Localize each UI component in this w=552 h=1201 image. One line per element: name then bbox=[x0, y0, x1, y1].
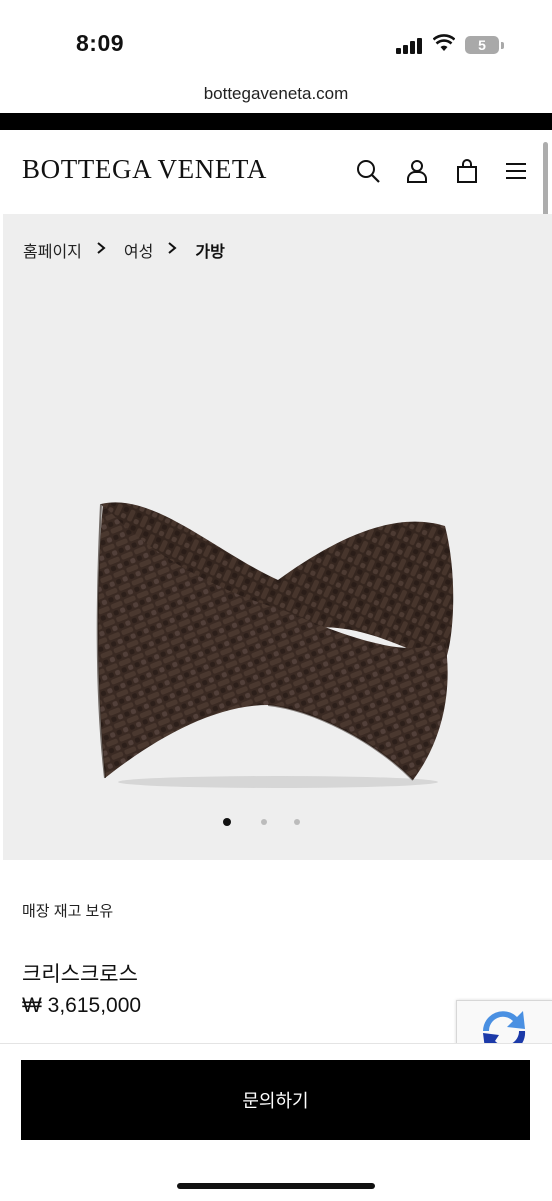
account-icon[interactable] bbox=[404, 158, 430, 184]
inquire-button[interactable]: 문의하기 bbox=[21, 1060, 530, 1140]
breadcrumb-bags[interactable]: 가방 bbox=[195, 238, 224, 262]
breadcrumb-home[interactable]: 홈페이지 bbox=[23, 238, 82, 262]
breadcrumb: 홈페이지 여성 가방 bbox=[23, 238, 225, 262]
site-header: BOTTEGA VENETA bbox=[0, 130, 552, 214]
cellular-signal-icon bbox=[396, 36, 424, 54]
gallery-dot-3[interactable] bbox=[294, 819, 300, 825]
recaptcha-badge[interactable] bbox=[456, 1000, 552, 1048]
stock-availability: 매장 재고 보유 bbox=[22, 903, 114, 920]
menu-icon[interactable] bbox=[503, 158, 529, 184]
chevron-right-icon bbox=[167, 241, 181, 260]
product-price: ₩ 3,615,000 bbox=[22, 994, 142, 1017]
product-name: 크리스크로스 bbox=[22, 963, 138, 986]
home-indicator[interactable] bbox=[177, 1183, 375, 1189]
shopping-bag-icon[interactable] bbox=[454, 158, 480, 184]
breadcrumb-women[interactable]: 여성 bbox=[124, 238, 153, 262]
gallery-dot-2[interactable] bbox=[261, 819, 267, 825]
gallery-dot-1[interactable] bbox=[223, 818, 231, 826]
status-time: 8:09 bbox=[76, 30, 125, 56]
search-icon[interactable] bbox=[355, 158, 381, 184]
chevron-right-icon bbox=[96, 241, 110, 260]
bottom-action-bar: 문의하기 bbox=[0, 1043, 552, 1201]
status-bar: 8:09 5 bottegaveneta.com bbox=[0, 0, 552, 103]
battery-icon: 5 bbox=[465, 36, 499, 54]
product-gallery[interactable]: 홈페이지 여성 가방 bbox=[3, 214, 552, 860]
browser-top-bar bbox=[0, 113, 552, 130]
battery-tip bbox=[501, 42, 504, 49]
browser-url[interactable]: bottegaveneta.com bbox=[0, 84, 552, 104]
product-image[interactable] bbox=[93, 490, 463, 790]
wifi-icon bbox=[432, 34, 456, 52]
brand-logo[interactable]: BOTTEGA VENETA bbox=[22, 154, 267, 185]
